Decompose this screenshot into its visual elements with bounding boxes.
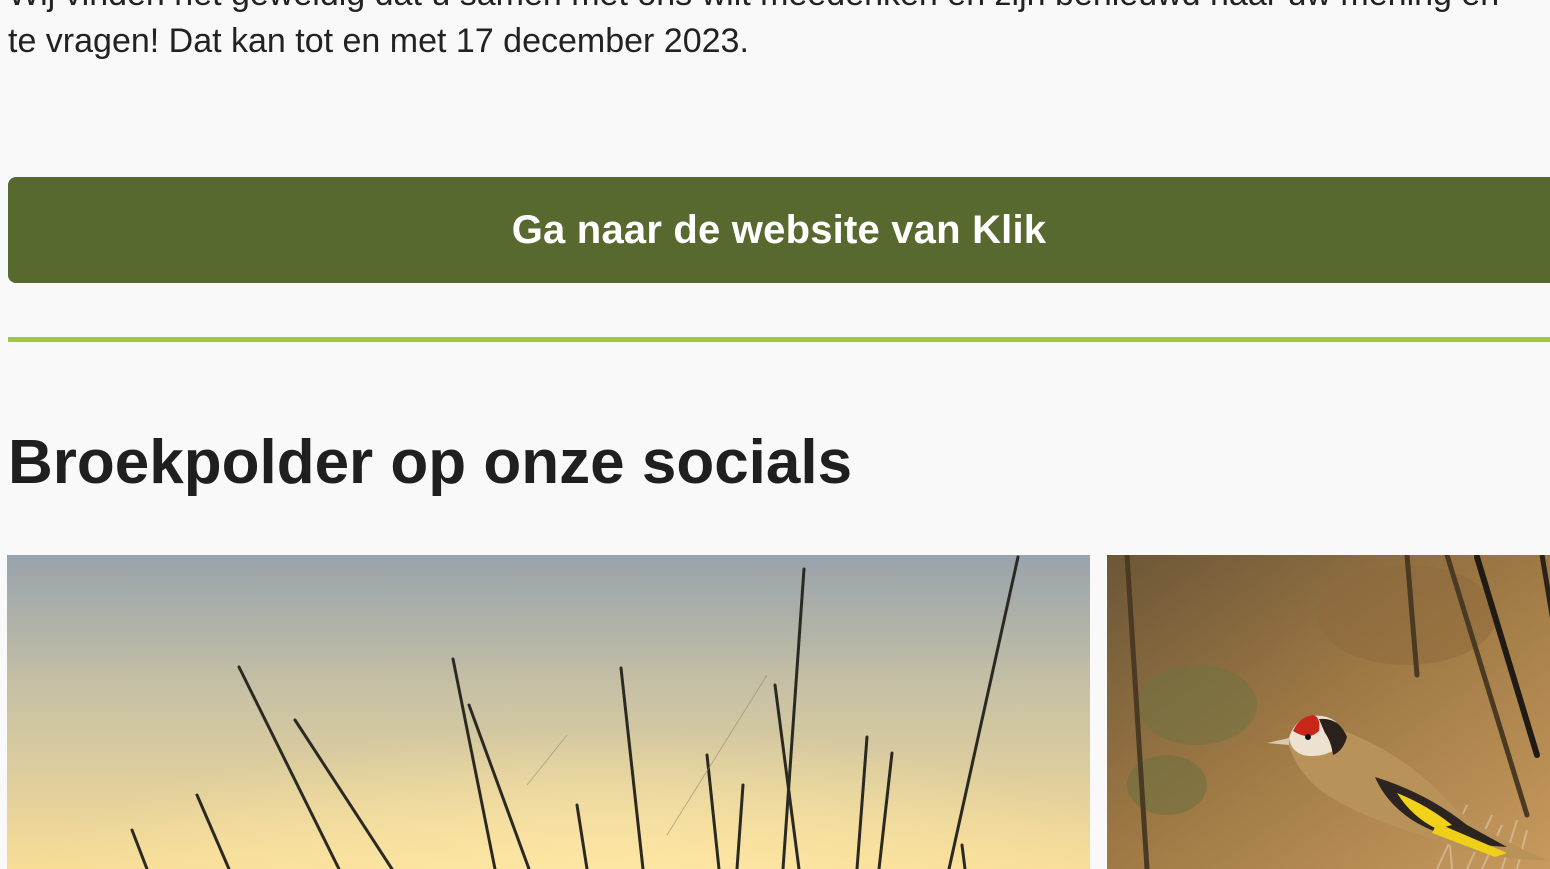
page: Wij vinden het geweldig dat u samen met …: [0, 0, 1550, 869]
social-post-goldfinch[interactable]: [1107, 555, 1550, 869]
goldfinch-image: [1107, 555, 1550, 869]
intro-paragraph: te vragen! Dat kan tot en met 17 decembe…: [8, 22, 749, 60]
klik-website-button[interactable]: Ga naar de website van Klik: [8, 177, 1550, 283]
paragraph-previous-line: Wij vinden het geweldig dat u samen met …: [8, 0, 1499, 14]
section-divider: [8, 337, 1550, 342]
social-feed: [7, 555, 1550, 869]
reeds-sunset-image: [7, 555, 1090, 869]
social-post-reeds-sunset[interactable]: [7, 555, 1090, 869]
socials-heading: Broekpolder op onze socials: [8, 428, 853, 497]
klik-website-button-label: Ga naar de website van Klik: [511, 207, 1047, 252]
